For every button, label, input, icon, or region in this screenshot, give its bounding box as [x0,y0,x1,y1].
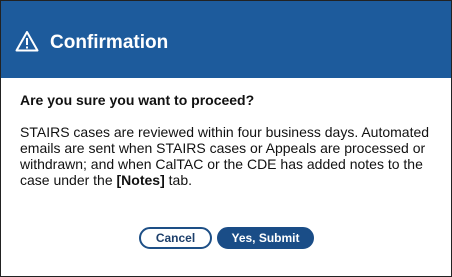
dialog-header: Confirmation [1,1,451,78]
submit-button[interactable]: Yes, Submit [217,227,314,249]
message-line: case under the [Notes] tab. [20,172,440,188]
message-line: withdrawn; and when CalTAC or the CDE ha… [20,156,423,172]
notes-tab-reference: [Notes] [116,172,165,188]
cancel-button[interactable]: Cancel [139,227,212,249]
message-text: tab. [164,172,192,188]
dialog-message: STAIRS cases are reviewed within four bu… [20,124,440,188]
confirmation-dialog: Confirmation Are you sure you want to pr… [0,0,452,277]
message-line: STAIRS cases are reviewed within four bu… [20,124,430,140]
dialog-question: Are you sure you want to proceed? [20,92,255,108]
warning-triangle-icon [15,31,39,52]
message-line: emails are sent when STAIRS cases or App… [20,140,426,156]
message-text: case under the [20,172,117,188]
dialog-title: Confirmation [50,32,169,53]
